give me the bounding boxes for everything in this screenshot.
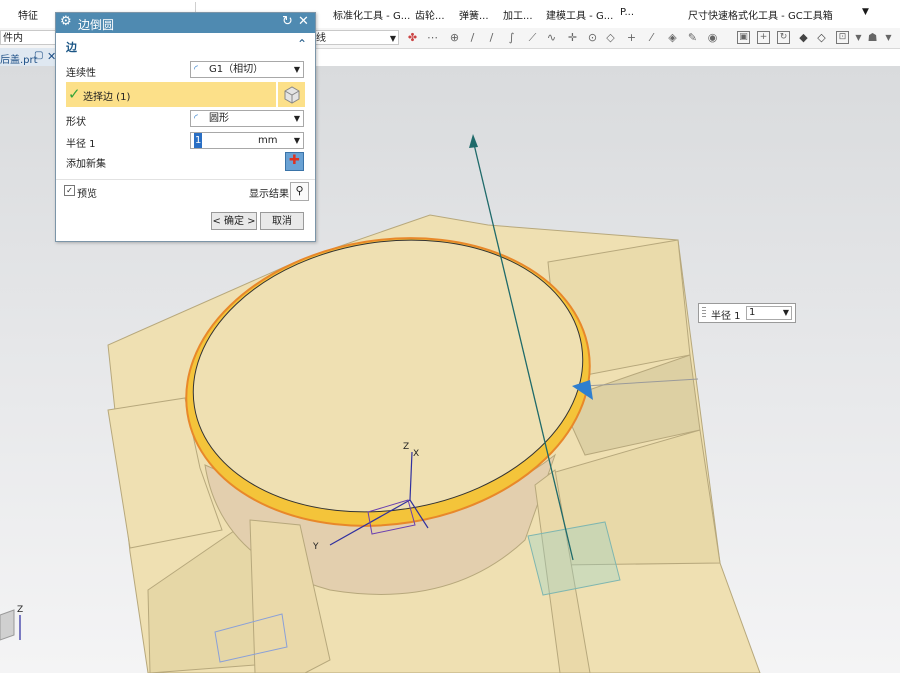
chevron-down-icon[interactable]: ▼ <box>294 133 300 148</box>
curve-rule-value: 线 <box>316 33 326 44</box>
chevron-down-icon: ▼ <box>389 34 396 43</box>
add-set-icon: ✚ <box>289 153 300 168</box>
ribbon-tab-machining[interactable]: 加工... <box>503 7 533 22</box>
continuity-label: 连续性 <box>66 68 96 79</box>
chevron-down-icon[interactable]: ▼ <box>852 31 865 44</box>
callout-radius-field[interactable]: 1 ▼ <box>746 306 792 320</box>
chevron-down-icon: ▼ <box>293 114 300 123</box>
ribbon-expand-icon[interactable]: ▼ <box>862 7 869 17</box>
rotate-view-icon[interactable]: ↻ <box>777 31 790 44</box>
frame-icon[interactable]: ▣ <box>737 31 750 44</box>
line-end-icon[interactable]: / <box>466 31 479 44</box>
show-result-button[interactable]: ⚲ <box>290 182 309 201</box>
dialog-title: 边倒圆 <box>78 18 115 32</box>
edge-blend-dialog: ⚙ 边倒圆 ↻ ✕ 边 ⌃ 连续性 ◜ G1（相切） ▼ ✓ 选择边 (1) 形… <box>55 12 316 242</box>
continuity-dropdown[interactable]: ◜ G1（相切） ▼ <box>190 61 304 78</box>
ribbon-tab-modeling-tools[interactable]: 建模工具 - G... <box>546 7 613 22</box>
circle-center-icon[interactable]: ⊙ <box>586 31 599 44</box>
ribbon-tab-dimension-format[interactable]: 尺寸快速格式化工具 - GC工具箱 <box>688 7 833 22</box>
gear-icon[interactable]: ⚙ <box>60 14 72 29</box>
eye-icon[interactable]: ◉ <box>706 31 719 44</box>
file-tab[interactable]: 后盖.prt ▢ ✕ <box>0 48 60 66</box>
select-edge-label: 选择边 (1) <box>83 92 131 103</box>
spline-icon[interactable]: ∿ <box>545 31 558 44</box>
add-new-set-label: 添加新集 <box>66 159 106 170</box>
continuity-value: G1（相切） <box>209 64 264 75</box>
callout-label: 半径 1 <box>711 311 741 322</box>
shape-value: 圆形 <box>209 113 229 124</box>
drag-grip-icon[interactable] <box>702 307 706 319</box>
cancel-button[interactable]: 取消 <box>260 212 304 230</box>
radius-callout[interactable]: 半径 1 1 ▼ <box>698 303 796 323</box>
radius-unit: mm <box>258 135 278 146</box>
arrow-head <box>469 134 478 148</box>
reset-icon[interactable]: ↻ <box>282 14 293 29</box>
curve-rule-field[interactable]: 线 ▼ <box>313 30 399 45</box>
chevron-down-icon[interactable]: ▼ <box>882 31 895 44</box>
axis-label-z: Z <box>403 442 410 452</box>
curve-icon[interactable]: ∫ <box>505 31 518 44</box>
ribbon-tab-spring[interactable]: 弹簧... <box>459 7 489 22</box>
file-tab-label: 后盖.prt <box>0 55 38 66</box>
divider <box>56 179 315 180</box>
add-new-set-button[interactable]: ✚ <box>285 152 304 171</box>
callout-radius-value: 1 <box>749 307 756 318</box>
existing-point-icon[interactable]: + <box>625 31 638 44</box>
tab-options-icon[interactable]: ▢ <box>34 50 43 61</box>
axis-label-x: X <box>413 449 420 459</box>
line-mid-icon[interactable]: / <box>485 31 498 44</box>
radius-value: 1 <box>194 133 203 148</box>
tangent-icon[interactable]: ⟋ <box>526 31 539 44</box>
ribbon-tab-standardize[interactable]: 标准化工具 - G... <box>333 7 410 22</box>
fit-view-icon[interactable]: ⊡ <box>836 31 849 44</box>
ribbon-tab-gear[interactable]: 齿轮... <box>415 7 445 22</box>
chevron-down-icon[interactable]: ▼ <box>783 307 789 319</box>
tangent-continuity-icon: ◜ <box>194 64 198 75</box>
quadrant-icon[interactable]: ◇ <box>604 31 617 44</box>
wireframe-view-icon[interactable]: ◇ <box>815 31 828 44</box>
render-style-icon[interactable]: ☗ <box>866 31 879 44</box>
checkmark-icon: ✓ <box>68 85 81 103</box>
more-icon[interactable]: ⋯ <box>426 31 439 44</box>
ribbon-tab-feature[interactable]: 特征 <box>18 7 38 22</box>
point-center-icon[interactable]: ⊕ <box>448 31 461 44</box>
triad-label-z: Z <box>17 605 24 615</box>
select-edge-button[interactable] <box>277 82 305 107</box>
intersect-icon[interactable]: ✛ <box>566 31 579 44</box>
chevron-up-icon[interactable]: ⌃ <box>297 37 307 51</box>
radius-label: 半径 1 <box>66 139 96 150</box>
shape-label: 形状 <box>66 117 86 128</box>
chevron-down-icon: ▼ <box>293 65 300 74</box>
shape-dropdown[interactable]: ◜ 圆形 ▼ <box>190 110 304 127</box>
close-icon[interactable]: ✕ <box>298 14 309 29</box>
show-result-label: 显示结果 <box>249 189 289 200</box>
cube-icon <box>284 86 300 104</box>
preview-checkbox[interactable]: ✓ <box>64 185 75 196</box>
bounded-icon[interactable]: ✎ <box>686 31 699 44</box>
section-header-edge: 边 <box>66 41 77 54</box>
preview-label: 预览 <box>77 189 97 200</box>
select-edge-row[interactable]: ✓ 选择边 (1) <box>66 82 276 107</box>
checkmark-icon: ✓ <box>66 186 73 195</box>
magnifier-icon: ⚲ <box>295 184 304 197</box>
axis-label-y: Y <box>313 542 319 552</box>
ok-button[interactable]: < 确定 > <box>211 212 257 230</box>
ribbon-tab-p[interactable]: P... <box>620 7 634 18</box>
radius-input[interactable]: 1 mm ▼ <box>190 132 304 149</box>
on-curve-icon[interactable]: ⁄ <box>645 31 658 44</box>
shaded-view-icon[interactable]: ◆ <box>797 31 810 44</box>
type-filter-field[interactable]: 件内 <box>0 30 58 45</box>
on-face-icon[interactable]: ◈ <box>666 31 679 44</box>
view-triad-cube <box>0 609 15 641</box>
dialog-title-bar[interactable]: ⚙ 边倒圆 ↻ ✕ <box>56 13 315 33</box>
snap-settings-icon[interactable]: ✤ <box>406 31 419 44</box>
crosshair-icon[interactable]: + <box>757 31 770 44</box>
circular-shape-icon: ◜ <box>194 113 198 124</box>
